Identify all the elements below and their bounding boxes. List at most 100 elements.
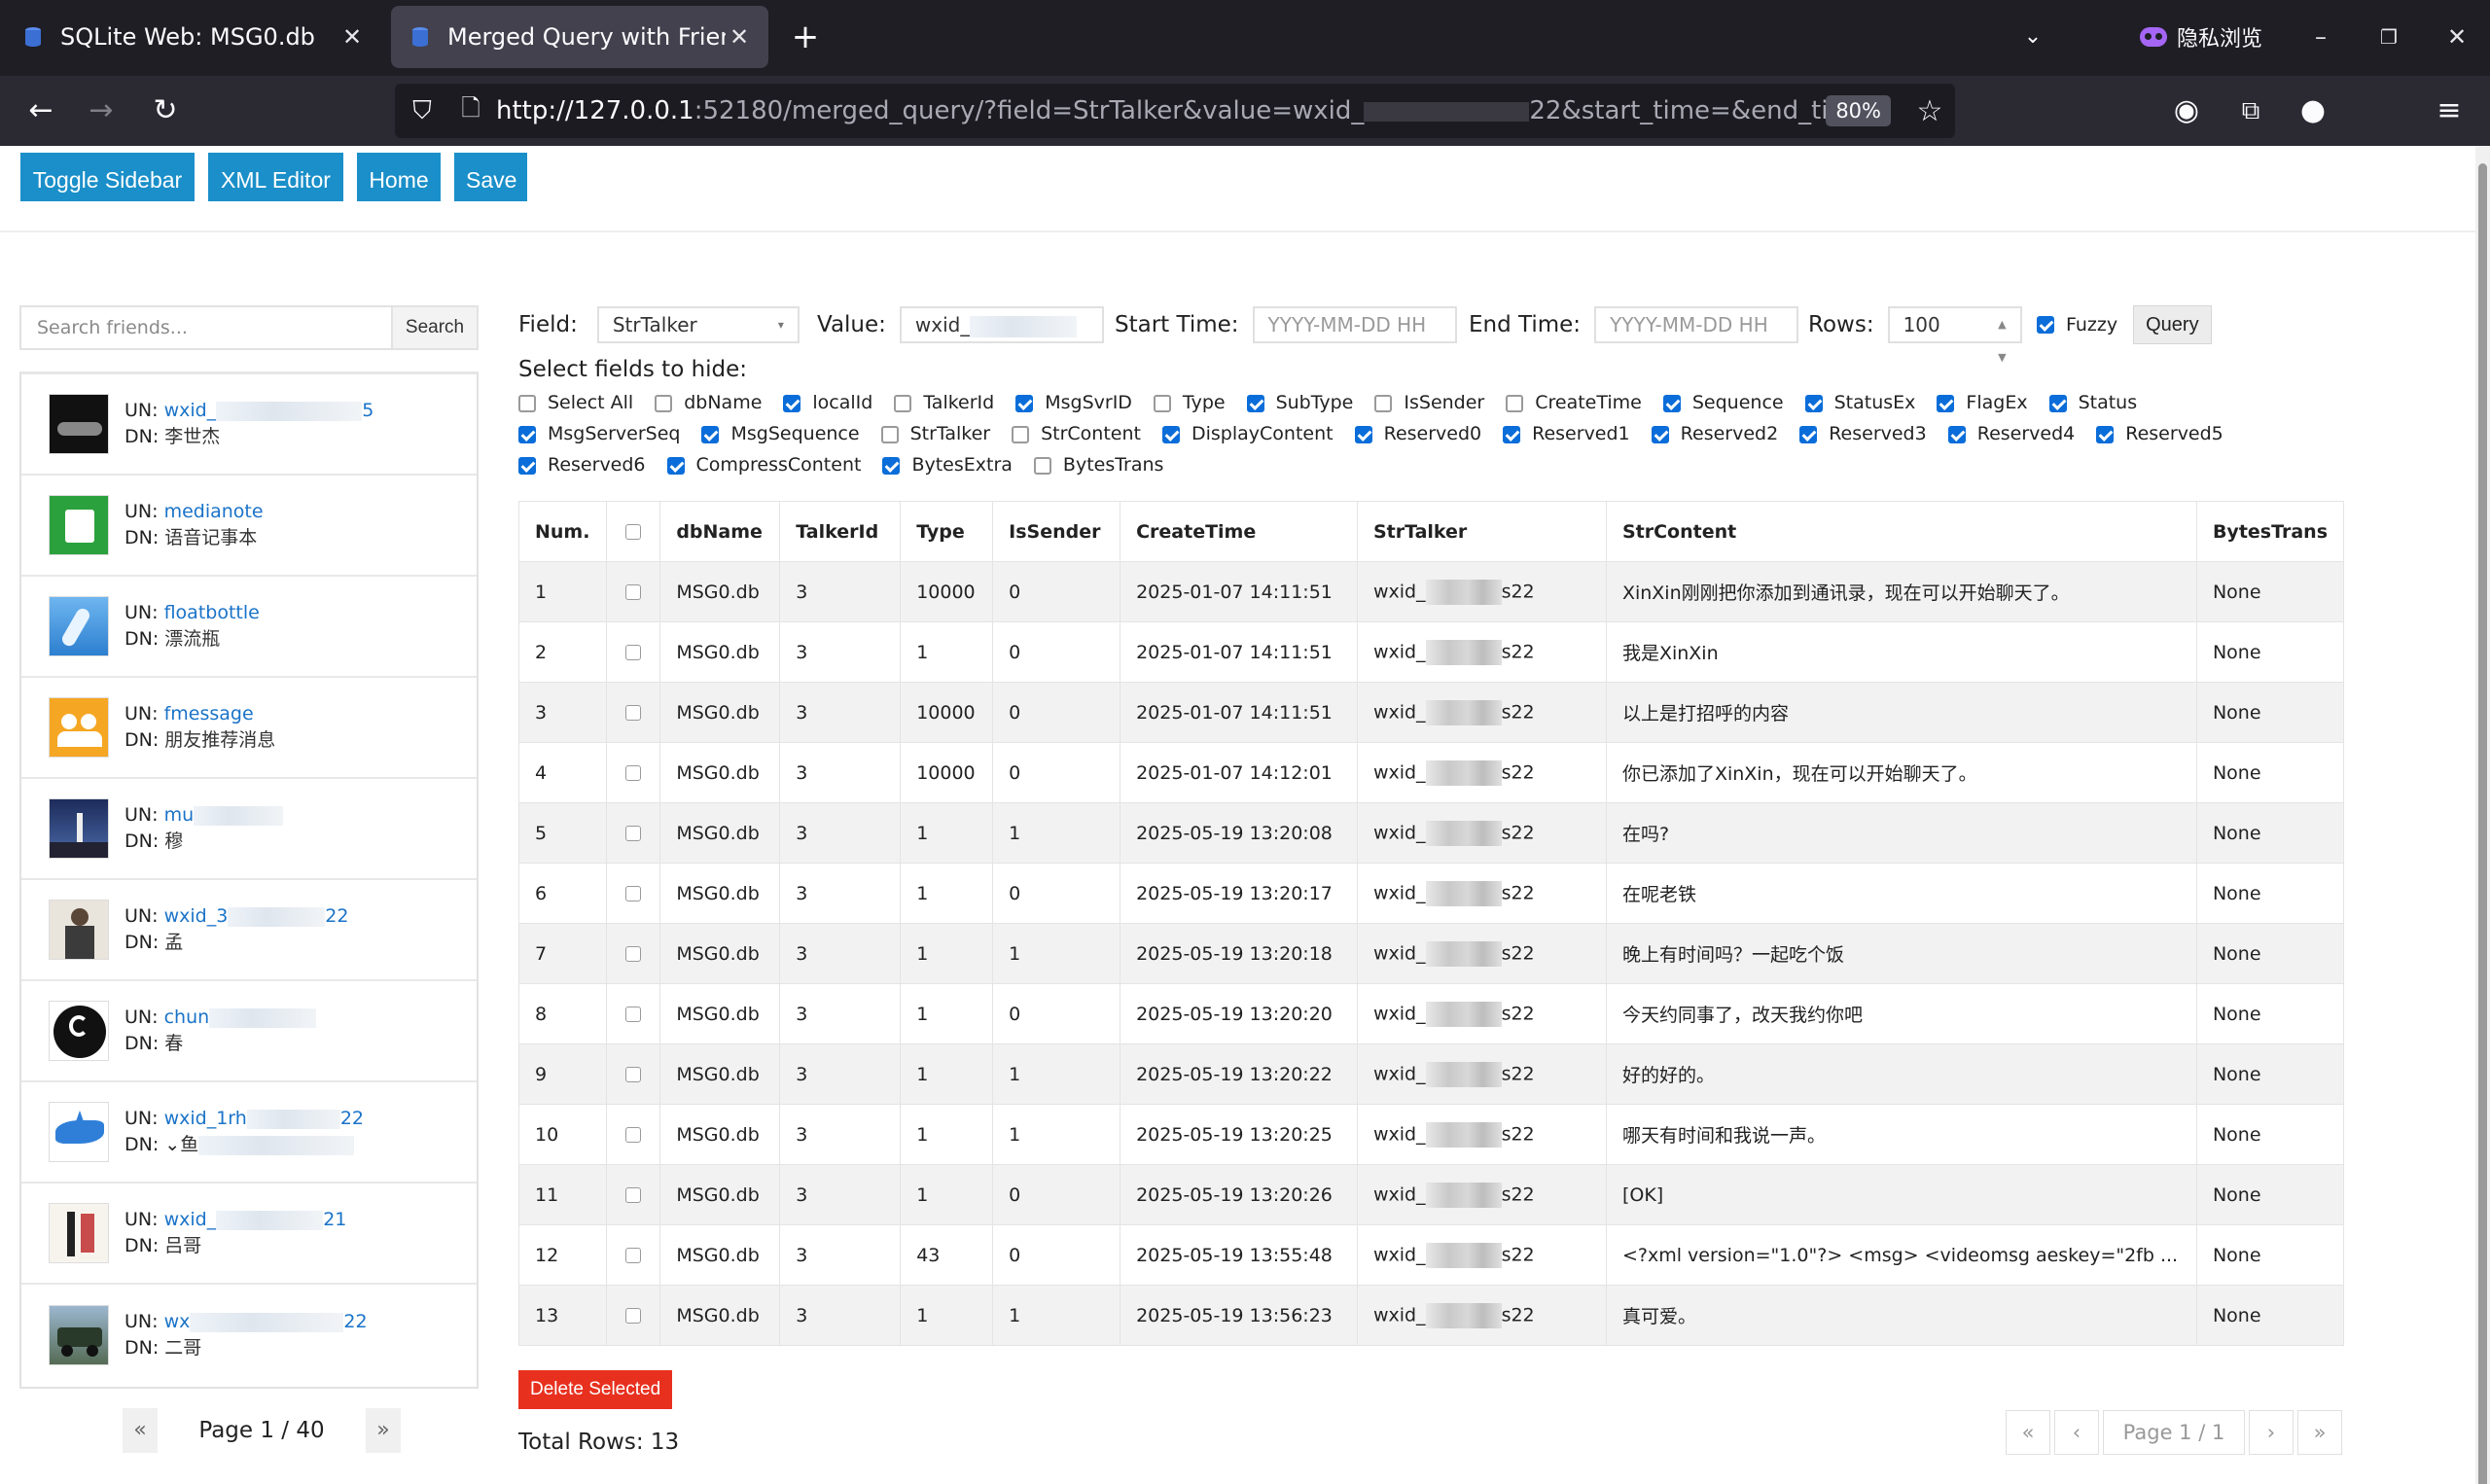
hide-field-option[interactable]: Select All [518, 392, 633, 413]
table-row[interactable]: 6 MSG0.db 3 1 0 2025-05-19 13:20:17 wxid_ s22 在呢… [518, 863, 2345, 924]
table-row[interactable]: 5 MSG0.db 3 1 1 2025-05-19 13:20:08 wxid_ s22 在吗… [518, 802, 2345, 864]
window-close-icon[interactable]: ✕ [2436, 18, 2478, 56]
friend-item[interactable]: UN: wxid_3 22 DN: 孟 [21, 880, 477, 981]
rows-input[interactable]: 100 ▲ ▼ [1887, 306, 2022, 364]
hide-field-checkbox[interactable] [894, 394, 912, 412]
row-select-checkbox[interactable] [625, 826, 642, 841]
hide-field-option[interactable]: StatusEx [1804, 392, 1915, 413]
hide-field-checkbox[interactable] [655, 394, 673, 412]
row-select-checkbox[interactable] [625, 1127, 642, 1143]
friend-item[interactable]: UN: wxid_ 21 DN: 吕哥 [21, 1184, 477, 1285]
page-scrollbar[interactable] [2475, 146, 2490, 1484]
hide-field-option[interactable]: IsSender [1374, 392, 1484, 413]
delete-selected-button[interactable]: Delete Selected [518, 1370, 673, 1409]
fuzzy-checkbox[interactable] [2037, 316, 2054, 334]
prev-page-button[interactable]: « [123, 1408, 158, 1453]
menu-icon[interactable]: ≡ [2428, 89, 2471, 132]
hide-field-option[interactable]: MsgSequence [701, 423, 860, 444]
hide-field-option[interactable]: Reserved1 [1503, 423, 1630, 444]
friend-username[interactable]: wx [164, 1311, 191, 1332]
forward-arrow-icon[interactable]: → [80, 89, 123, 132]
last-page-button[interactable]: » [2297, 1410, 2342, 1455]
hide-field-checkbox[interactable] [1153, 394, 1171, 412]
friend-item[interactable]: UN: mu DN: 穆 [21, 779, 477, 880]
hide-field-option[interactable]: Reserved0 [1354, 423, 1481, 444]
hide-field-checkbox[interactable] [1506, 394, 1524, 412]
url-text[interactable]: http://127.0.0.1:52180/merged_query/?fie… [492, 96, 1826, 125]
friend-item[interactable]: UN: chun DN: 春 [21, 981, 477, 1082]
hide-field-checkbox[interactable] [880, 425, 899, 443]
hide-field-checkbox[interactable] [518, 456, 536, 475]
tab-sqlite-web[interactable]: SQLite Web: MSG0.db ✕ [4, 6, 381, 68]
hide-field-option[interactable]: CompressContent [666, 454, 861, 476]
hide-field-option[interactable]: FlagEx [1937, 392, 2028, 413]
table-row[interactable]: 13 MSG0.db 3 1 1 2025-05-19 13:56:23 wxid_ s22 真… [518, 1285, 2345, 1346]
reload-icon[interactable]: ↻ [144, 89, 187, 132]
friend-item[interactable]: UN: wx 22 DN: 二哥 [21, 1285, 477, 1386]
hide-field-option[interactable]: Reserved6 [518, 454, 646, 476]
table-row[interactable]: 7 MSG0.db 3 1 1 2025-05-19 13:20:18 wxid_ s22 晚上… [518, 923, 2345, 984]
hide-field-option[interactable]: Status [2048, 392, 2137, 413]
friend-item[interactable]: UN: medianote DN: 语音记事本 [21, 476, 477, 577]
close-icon[interactable]: ✕ [726, 23, 753, 51]
hide-field-checkbox[interactable] [882, 456, 901, 475]
friend-item[interactable]: UN: wxid_1rh 22 DN: ⌄鱼 [21, 1082, 477, 1184]
row-select-checkbox[interactable] [625, 886, 642, 901]
tab-merged-query[interactable]: Merged Query with Friends L ✕ [391, 6, 768, 68]
extensions-icon[interactable]: ⧉ [2229, 89, 2272, 132]
hide-field-option[interactable]: Sequence [1662, 392, 1784, 413]
friend-username[interactable]: mu [164, 804, 195, 826]
table-row[interactable]: 1 MSG0.db 3 10000 0 2025-01-07 14:11:51 wxid_ s… [518, 561, 2345, 622]
xml-editor-button[interactable]: XML Editor [208, 153, 343, 201]
table-row[interactable]: 10 MSG0.db 3 1 1 2025-05-19 13:20:25 wxid_ s22 哪… [518, 1104, 2345, 1165]
hide-field-option[interactable]: MsgSvrID [1015, 392, 1132, 413]
hide-field-option[interactable]: Reserved3 [1799, 423, 1927, 444]
page-icon[interactable]: 🗋 [449, 91, 492, 131]
chevron-down-icon[interactable]: ⌄ [2013, 16, 2052, 54]
hide-field-checkbox[interactable] [1354, 425, 1372, 443]
zoom-level[interactable]: 80% [1826, 95, 1891, 126]
shield-icon[interactable]: ⛉ [395, 96, 449, 126]
hide-field-option[interactable]: localId [783, 392, 872, 413]
friend-item[interactable]: UN: fmessage DN: 朋友推荐消息 [21, 678, 477, 779]
hide-field-option[interactable]: Reserved4 [1947, 423, 2075, 444]
hide-field-option[interactable]: MsgServerSeq [518, 423, 680, 444]
row-select-checkbox[interactable] [625, 1308, 642, 1324]
friend-username[interactable]: medianote [164, 501, 264, 522]
hide-field-checkbox[interactable] [783, 394, 801, 412]
close-icon[interactable]: ✕ [338, 23, 366, 51]
hide-field-checkbox[interactable] [1503, 425, 1521, 443]
save-button[interactable]: Save [454, 153, 527, 201]
hide-field-option[interactable]: DisplayContent [1161, 423, 1334, 444]
friend-username[interactable]: chun [164, 1007, 210, 1028]
end-time-input[interactable]: YYYY-MM-DD HH [1594, 306, 1799, 343]
hide-field-checkbox[interactable] [1937, 394, 1955, 412]
row-select-checkbox[interactable] [625, 946, 642, 962]
friend-username[interactable]: floatbottle [164, 602, 260, 623]
hide-field-option[interactable]: BytesExtra [882, 454, 1013, 476]
select-all-rows-checkbox[interactable] [625, 524, 642, 540]
hide-field-option[interactable]: StrContent [1012, 423, 1141, 444]
address-bar[interactable]: ⛉ 🗋 http://127.0.0.1:52180/merged_query/… [395, 84, 1955, 138]
friend-username[interactable]: fmessage [164, 703, 254, 724]
table-row[interactable]: 3 MSG0.db 3 10000 0 2025-01-07 14:11:51 wxid_ s… [518, 682, 2345, 743]
start-time-input[interactable]: YYYY-MM-DD HH [1252, 306, 1457, 343]
header-select-all[interactable] [605, 501, 661, 562]
hide-field-checkbox[interactable] [518, 394, 536, 412]
hide-field-checkbox[interactable] [701, 425, 720, 443]
scrollbar-thumb[interactable] [2478, 163, 2487, 1484]
bookmark-star-icon[interactable]: ☆ [1904, 94, 1955, 128]
hide-field-option[interactable]: StrTalker [880, 423, 990, 444]
hide-field-option[interactable]: BytesTrans [1033, 454, 1163, 476]
first-page-button[interactable]: « [2006, 1410, 2050, 1455]
hide-field-option[interactable]: CreateTime [1506, 392, 1642, 413]
hide-field-checkbox[interactable] [1799, 425, 1818, 443]
stepper-icon[interactable]: ▲ ▼ [1998, 308, 2006, 364]
toggle-sidebar-button[interactable]: Toggle Sidebar [20, 153, 195, 201]
hide-field-checkbox[interactable] [2048, 394, 2067, 412]
new-tab-icon[interactable]: + [786, 18, 825, 56]
hide-field-option[interactable]: Reserved2 [1651, 423, 1778, 444]
hide-field-checkbox[interactable] [1662, 394, 1681, 412]
prev-page-button[interactable]: ‹ [2054, 1410, 2099, 1455]
addon-icon[interactable]: ● [2292, 89, 2334, 132]
